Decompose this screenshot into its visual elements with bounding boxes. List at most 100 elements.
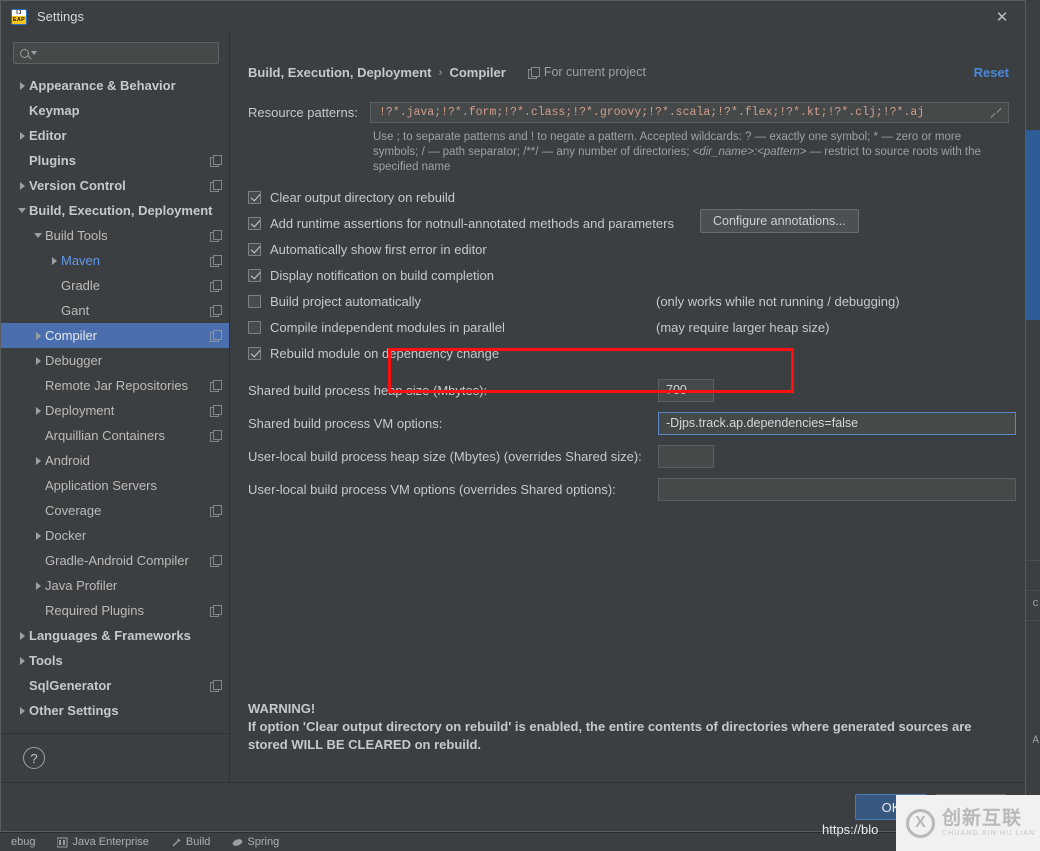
configure-annotations-button[interactable]: Configure annotations...: [700, 209, 859, 233]
chevron-right-icon[interactable]: [31, 456, 45, 465]
sidebar-item-compiler[interactable]: Compiler: [1, 323, 229, 348]
checkbox-rebuild-module-on-dependency-change[interactable]: [248, 346, 261, 360]
vm-shared-field[interactable]: [658, 411, 1016, 435]
checkbox-row[interactable]: Clear output directory on rebuild: [248, 186, 1009, 208]
sidebar-item-label: Docker: [45, 528, 87, 543]
sidebar-item-arquillian-containers[interactable]: Arquillian Containers: [1, 423, 229, 448]
expand-icon[interactable]: [990, 107, 1002, 119]
sidebar-item-version-control[interactable]: Version Control: [1, 173, 229, 198]
chevron-right-icon[interactable]: [15, 706, 29, 715]
status-item-build[interactable]: Build: [171, 836, 210, 848]
chevron-right-icon[interactable]: [47, 256, 61, 265]
heap-local-field[interactable]: [658, 444, 714, 468]
chevron-down-icon: [31, 51, 37, 55]
sidebar-item-label: Gradle: [61, 278, 101, 293]
cancel-button[interactable]: Cancel: [935, 794, 1007, 820]
sidebar-item-label: Android: [45, 453, 90, 468]
breadcrumb-parent[interactable]: Build, Execution, Deployment: [248, 65, 431, 80]
close-icon[interactable]: ✕: [979, 1, 1025, 33]
chevron-right-icon[interactable]: [31, 581, 45, 590]
sidebar-item-editor[interactable]: Editor: [1, 123, 229, 148]
sidebar-item-languages-frameworks[interactable]: Languages & Frameworks: [1, 623, 229, 648]
chevron-right-icon[interactable]: [15, 131, 29, 140]
settings-dialog: IJ EAP Settings ✕ Appearance & Behavior K…: [0, 0, 1026, 832]
background-code-char: c: [1032, 598, 1039, 610]
sidebar-item-sqlgenerator[interactable]: SqlGenerator: [1, 673, 229, 698]
chevron-right-icon[interactable]: [31, 406, 45, 415]
project-scope-icon: [210, 230, 222, 242]
sidebar-item-deployment[interactable]: Deployment: [1, 398, 229, 423]
reset-link[interactable]: Reset: [974, 65, 1009, 80]
resource-patterns-field[interactable]: [370, 102, 1009, 123]
sidebar-item-required-plugins[interactable]: Required Plugins: [1, 598, 229, 623]
checkbox-clear-output-directory-on-rebuild[interactable]: [248, 190, 261, 204]
resource-patterns-input[interactable]: [377, 105, 990, 120]
sidebar-item-label: Arquillian Containers: [45, 428, 165, 443]
checkbox-build-project-automatically[interactable]: [248, 294, 261, 308]
chevron-right-icon[interactable]: [15, 631, 29, 640]
spring-icon: [232, 837, 243, 848]
project-scope-icon: [210, 305, 222, 317]
checkbox-compile-independent-modules-in-parallel[interactable]: [248, 320, 261, 334]
checkbox-display-notification-on-build-completion[interactable]: [248, 268, 261, 282]
sidebar-item-label: Java Profiler: [45, 578, 118, 593]
sidebar-item-gradle-android-compiler[interactable]: Gradle-Android Compiler: [1, 548, 229, 573]
heap-local-input[interactable]: [664, 448, 708, 464]
checkbox-automatically-show-first-error-in-editor[interactable]: [248, 242, 261, 256]
sidebar-item-other-settings[interactable]: Other Settings: [1, 698, 229, 723]
checkbox-row[interactable]: Add runtime assertions for notnull-annot…: [248, 209, 1009, 234]
sidebar-item-remote-jar-repositories[interactable]: Remote Jar Repositories: [1, 373, 229, 398]
sidebar-item-java-profiler[interactable]: Java Profiler: [1, 573, 229, 598]
search-box[interactable]: [13, 42, 219, 64]
heap-shared-field[interactable]: [658, 378, 714, 402]
sidebar-item-keymap[interactable]: Keymap: [1, 98, 229, 123]
vm-local-field[interactable]: [658, 477, 1016, 501]
sidebar-item-docker[interactable]: Docker: [1, 523, 229, 548]
vm-shared-input[interactable]: [664, 415, 1010, 431]
checkbox-row[interactable]: Build project automatically (only works w…: [248, 290, 1009, 312]
sidebar-item-coverage[interactable]: Coverage: [1, 498, 229, 523]
sidebar-item-label: SqlGenerator: [29, 678, 112, 693]
help-button[interactable]: ?: [23, 747, 45, 769]
sidebar-item-label: Gant: [61, 303, 90, 318]
chevron-right-icon[interactable]: [15, 81, 29, 90]
chevron-right-icon[interactable]: [31, 531, 45, 540]
checkbox-label: Automatically show first error in editor: [270, 241, 487, 257]
sidebar-item-debugger[interactable]: Debugger: [1, 348, 229, 373]
heap-shared-input[interactable]: [664, 382, 708, 398]
status-item-debug[interactable]: ebug: [0, 836, 35, 848]
sidebar-item-build-execution-deployment[interactable]: Build, Execution, Deployment: [1, 198, 229, 223]
checkbox-row[interactable]: Automatically show first error in editor: [248, 238, 1009, 260]
resource-patterns-label: Resource patterns:: [248, 105, 358, 120]
settings-tree[interactable]: Appearance & Behavior Keymap Editor Plugins…: [1, 70, 229, 733]
sidebar-item-appearance-behavior[interactable]: Appearance & Behavior: [1, 73, 229, 98]
field-label: User-local build process VM options (ove…: [248, 481, 616, 497]
sidebar-item-maven[interactable]: Maven: [1, 248, 229, 273]
sidebar-item-gant[interactable]: Gant: [1, 298, 229, 323]
status-item-spring[interactable]: Spring: [232, 836, 279, 848]
sidebar-item-plugins[interactable]: Plugins: [1, 148, 229, 173]
sidebar-item-label: Tools: [29, 653, 63, 668]
sidebar-item-build-tools[interactable]: Build Tools: [1, 223, 229, 248]
chevron-right-icon[interactable]: [15, 656, 29, 665]
chevron-right-icon[interactable]: [31, 331, 45, 340]
ok-button[interactable]: OK: [855, 794, 927, 820]
sidebar-item-tools[interactable]: Tools: [1, 648, 229, 673]
sidebar-item-gradle[interactable]: Gradle: [1, 273, 229, 298]
status-item-java-enterprise[interactable]: Java Enterprise: [56, 836, 149, 848]
sidebar-item-android[interactable]: Android: [1, 448, 229, 473]
sidebar-item-application-servers[interactable]: Application Servers: [1, 473, 229, 498]
chevron-down-icon[interactable]: [31, 233, 45, 238]
search-input[interactable]: [41, 45, 212, 61]
chevron-right-icon[interactable]: [15, 181, 29, 190]
project-scope-icon: [210, 405, 222, 417]
chevron-down-icon[interactable]: [15, 208, 29, 213]
vm-local-input[interactable]: [664, 481, 1010, 497]
chevron-right-icon[interactable]: [31, 356, 45, 365]
checkbox-label: Compile independent modules in parallel: [270, 319, 505, 335]
checkbox-row[interactable]: Rebuild module on dependency change: [248, 342, 1009, 364]
checkbox-row[interactable]: Compile independent modules in parallel (…: [248, 316, 1009, 338]
sidebar-item-label: Required Plugins: [45, 603, 145, 618]
checkbox-row[interactable]: Display notification on build completion: [248, 264, 1009, 286]
checkbox-add-runtime-assertions-for-notnull-annotated-methods-and-parameters[interactable]: [248, 216, 261, 230]
